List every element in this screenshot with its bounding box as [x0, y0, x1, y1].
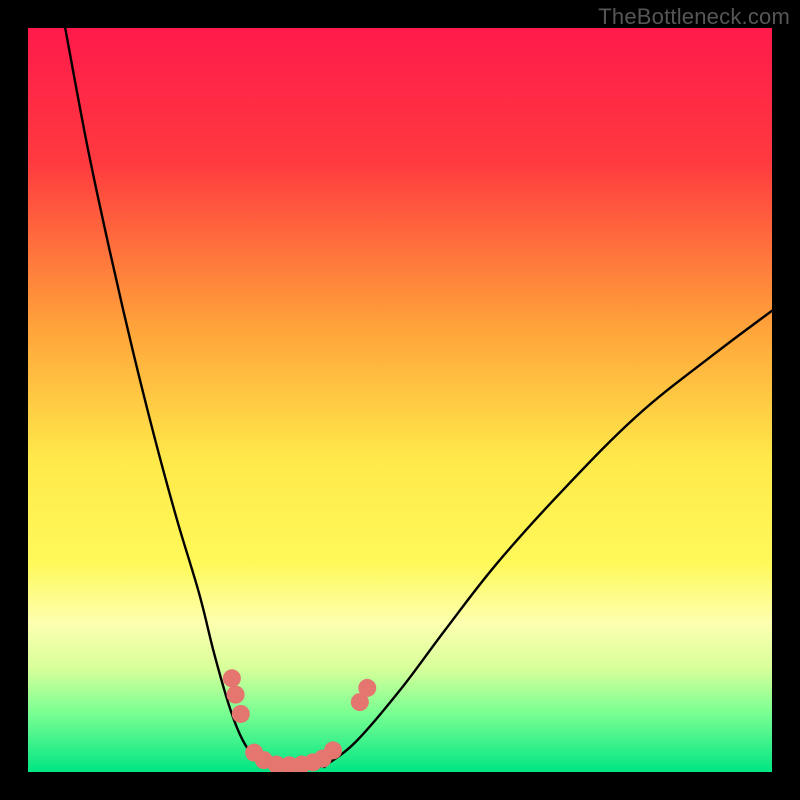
- valley-marker-dot: [223, 669, 241, 687]
- plot-area: [28, 28, 772, 772]
- valley-marker-dot: [324, 741, 342, 759]
- watermark-text: TheBottleneck.com: [598, 4, 790, 30]
- chart-canvas: [28, 28, 772, 772]
- outer-frame: TheBottleneck.com: [0, 0, 800, 800]
- valley-marker-dot: [227, 686, 245, 704]
- valley-marker-dot: [232, 705, 250, 723]
- gradient-background: [28, 28, 772, 772]
- valley-marker-dot: [358, 679, 376, 697]
